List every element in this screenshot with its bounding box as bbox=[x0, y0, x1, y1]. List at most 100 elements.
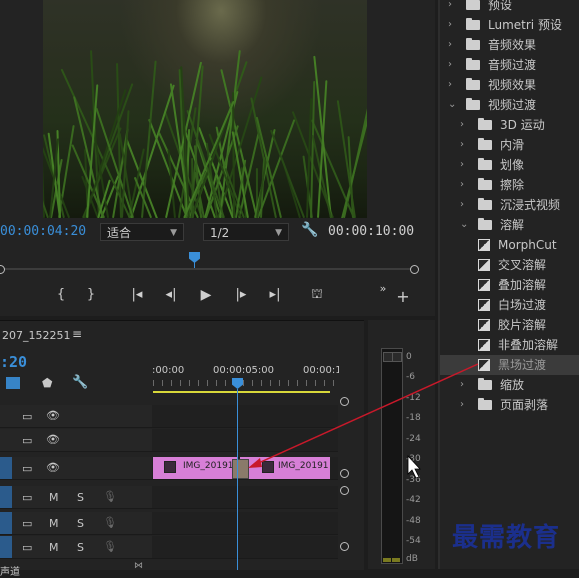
track-target-a2[interactable] bbox=[0, 512, 12, 534]
effect-folder[interactable]: › 音频过渡 bbox=[440, 55, 579, 75]
export-frame-icon[interactable]: ⛫ bbox=[308, 286, 326, 304]
microphone-icon[interactable]: 🎙 bbox=[103, 540, 117, 553]
scrub-bar[interactable] bbox=[0, 268, 415, 270]
transition-drop-target[interactable] bbox=[232, 459, 249, 479]
chevron-right-icon[interactable]: › bbox=[460, 375, 464, 395]
effect-folder[interactable]: › 内滑 bbox=[440, 135, 579, 155]
go-to-out-icon[interactable]: ▸| bbox=[266, 286, 284, 304]
effect-folder[interactable]: › Lumetri 预设 bbox=[440, 15, 579, 35]
track-body-v2[interactable] bbox=[152, 429, 338, 452]
resolution-select[interactable]: 1/2 ▼ bbox=[203, 223, 289, 241]
track-target-a1[interactable] bbox=[0, 486, 12, 508]
chevron-right-icon[interactable]: › bbox=[448, 35, 452, 55]
chevron-right-icon[interactable]: › bbox=[460, 115, 464, 135]
track-target-v1[interactable] bbox=[0, 457, 12, 479]
go-to-in-icon[interactable]: |◂ bbox=[128, 286, 146, 304]
track-body-a3[interactable] bbox=[152, 536, 338, 559]
a-zoom-handle-top[interactable] bbox=[340, 486, 349, 495]
mark-in-icon[interactable]: { bbox=[52, 286, 70, 304]
chevron-down-icon: ▼ bbox=[170, 228, 177, 238]
film-icon[interactable]: ▭ bbox=[22, 410, 32, 423]
effect-item[interactable]: 非叠加溶解 bbox=[440, 335, 579, 355]
wrench-icon[interactable]: 🔧 bbox=[72, 375, 88, 390]
clip-indicator-right[interactable] bbox=[392, 352, 402, 362]
marker-icon[interactable]: ⬟ bbox=[42, 376, 52, 390]
film-icon[interactable]: ▭ bbox=[22, 517, 32, 530]
eye-icon[interactable]: 👁 bbox=[46, 433, 60, 446]
v-zoom-handle-top[interactable] bbox=[340, 397, 349, 406]
film-icon[interactable]: ▭ bbox=[22, 541, 32, 554]
mute-button[interactable]: M bbox=[49, 541, 59, 554]
effect-folder[interactable]: › 沉浸式视频 bbox=[440, 195, 579, 215]
effect-folder[interactable]: › 视频效果 bbox=[440, 75, 579, 95]
eye-icon[interactable]: 👁 bbox=[46, 461, 60, 474]
step-back-icon[interactable]: ◂| bbox=[162, 286, 180, 304]
chevron-right-icon[interactable]: › bbox=[460, 395, 464, 415]
play-icon[interactable]: ▶ bbox=[197, 286, 215, 304]
work-area-bar[interactable] bbox=[153, 391, 330, 393]
solo-button[interactable]: S bbox=[77, 491, 84, 504]
chevron-right-icon[interactable]: › bbox=[448, 55, 452, 75]
effect-item[interactable]: MorphCut bbox=[440, 235, 579, 255]
solo-button[interactable]: S bbox=[77, 541, 84, 554]
mark-out-icon[interactable]: } bbox=[82, 286, 100, 304]
chevron-down-icon[interactable]: ⌄ bbox=[460, 215, 468, 235]
effect-item[interactable]: 叠加溶解 bbox=[440, 275, 579, 295]
panel-menu-icon[interactable]: ≡ bbox=[72, 327, 82, 341]
snap-icon[interactable] bbox=[6, 377, 20, 389]
effect-folder[interactable]: ⌄ 视频过渡 bbox=[440, 95, 579, 115]
chevron-right-icon[interactable]: › bbox=[448, 0, 452, 15]
scrub-end-handle[interactable] bbox=[410, 265, 419, 274]
effect-folder[interactable]: › 页面剥落 bbox=[440, 395, 579, 415]
track-body-a2[interactable] bbox=[152, 512, 338, 535]
effect-label: 白场过渡 bbox=[498, 298, 547, 312]
effect-folder[interactable]: › 擦除 bbox=[440, 175, 579, 195]
chevron-down-icon[interactable]: ⌄ bbox=[448, 95, 456, 115]
chevron-right-icon[interactable]: › bbox=[460, 155, 464, 175]
v-zoom-handle-bottom[interactable] bbox=[340, 469, 349, 478]
timeline-playhead-marker[interactable] bbox=[232, 378, 243, 389]
chevron-right-icon[interactable]: › bbox=[460, 195, 464, 215]
more-controls-icon[interactable]: » bbox=[374, 280, 392, 298]
effect-folder[interactable]: › 缩放 bbox=[440, 375, 579, 395]
effect-folder[interactable]: › 预设 bbox=[440, 0, 579, 15]
chevron-right-icon[interactable]: › bbox=[460, 175, 464, 195]
wrench-icon[interactable]: 🔧 bbox=[301, 222, 318, 238]
track-target-a3[interactable] bbox=[0, 536, 12, 558]
chevron-right-icon[interactable]: › bbox=[460, 135, 464, 155]
film-icon[interactable]: ▭ bbox=[22, 491, 32, 504]
meter-frame bbox=[381, 348, 403, 564]
effect-item[interactable]: 胶片溶解 bbox=[440, 315, 579, 335]
sequence-tab[interactable]: 207_152251 bbox=[2, 329, 71, 342]
microphone-icon[interactable]: 🎙 bbox=[103, 516, 117, 529]
current-timecode[interactable]: 00:00:04:20 bbox=[0, 224, 86, 239]
track-body-a1[interactable] bbox=[152, 486, 338, 509]
effect-label: 视频过渡 bbox=[488, 98, 537, 112]
scrub-start-handle[interactable] bbox=[0, 265, 5, 274]
effect-item[interactable]: 交叉溶解 bbox=[440, 255, 579, 275]
video-clip-right[interactable]: IMG_20191 bbox=[240, 457, 330, 479]
mute-button[interactable]: M bbox=[49, 517, 59, 530]
microphone-icon[interactable]: 🎙 bbox=[103, 490, 117, 503]
video-clip-left[interactable]: IMG_20191 bbox=[153, 457, 237, 479]
effect-item[interactable]: 黑场过渡 bbox=[440, 355, 579, 375]
film-icon[interactable]: ▭ bbox=[22, 462, 32, 475]
chevron-right-icon[interactable]: › bbox=[448, 15, 452, 35]
effect-folder[interactable]: › 3D 运动 bbox=[440, 115, 579, 135]
effect-folder[interactable]: › 划像 bbox=[440, 155, 579, 175]
effect-folder[interactable]: ⌄ 溶解 bbox=[440, 215, 579, 235]
add-button-icon[interactable]: + bbox=[394, 288, 412, 306]
step-forward-icon[interactable]: |▸ bbox=[232, 286, 250, 304]
eye-icon[interactable]: 👁 bbox=[46, 409, 60, 422]
track-body-v3[interactable] bbox=[152, 405, 338, 428]
solo-button[interactable]: S bbox=[77, 517, 84, 530]
effect-folder[interactable]: › 音频效果 bbox=[440, 35, 579, 55]
chevron-right-icon[interactable]: › bbox=[448, 75, 452, 95]
timeline-timecode[interactable]: :20 bbox=[0, 353, 27, 371]
effect-item[interactable]: 白场过渡 bbox=[440, 295, 579, 315]
mute-button[interactable]: M bbox=[49, 491, 59, 504]
resize-icon[interactable]: ⋈ bbox=[134, 561, 143, 571]
fit-select[interactable]: 适合 ▼ bbox=[100, 223, 184, 241]
a-zoom-handle-bottom[interactable] bbox=[340, 542, 349, 551]
film-icon[interactable]: ▭ bbox=[22, 434, 32, 447]
